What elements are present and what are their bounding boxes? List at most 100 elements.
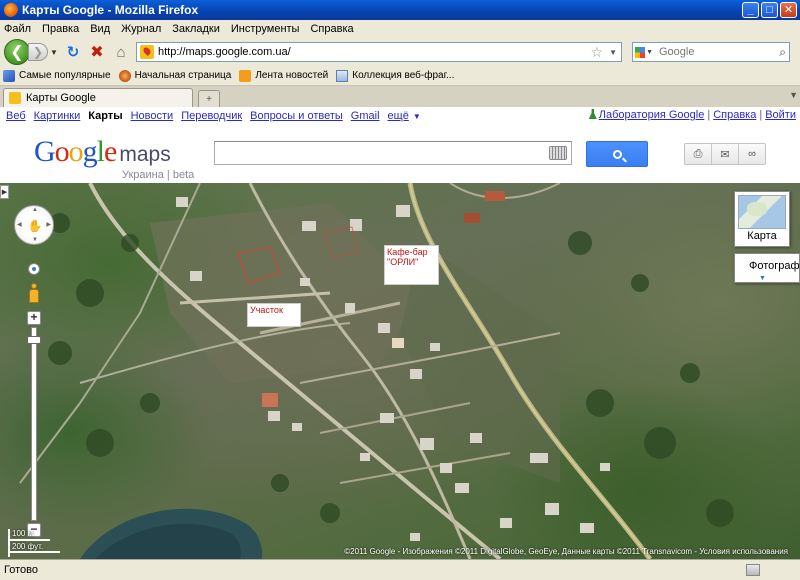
gbar-labs[interactable]: Лаборатория Google — [599, 109, 705, 121]
email-icon[interactable]: ✉ — [712, 144, 739, 164]
gbar-maps[interactable]: Карты — [88, 110, 122, 122]
address-bar[interactable]: http://maps.google.com.ua/ ☆ ▼ — [136, 42, 622, 62]
menu-bookmarks[interactable]: Закладки — [172, 23, 220, 35]
menu-history[interactable]: Журнал — [121, 23, 161, 35]
url-dropdown-icon[interactable]: ▼ — [609, 48, 617, 57]
logo-letter: G — [34, 135, 56, 168]
gbar-translate[interactable]: Переводчик — [181, 110, 242, 122]
menu-edit[interactable]: Правка — [42, 23, 79, 35]
print-icon[interactable]: ⎙ — [685, 144, 712, 164]
logo-letter: o — [68, 135, 84, 168]
rotate-icon[interactable] — [28, 263, 40, 275]
more-dropdown-icon[interactable]: ▼ — [413, 112, 421, 121]
pegman-icon[interactable] — [27, 283, 41, 303]
zoom-in-button[interactable]: + — [27, 311, 41, 325]
zoom-slider-track[interactable] — [31, 327, 37, 521]
logo-letter: e — [104, 135, 117, 168]
gbar-gmail[interactable]: Gmail — [351, 110, 380, 122]
web-content: Веб Картинки Карты Новости Переводчик Во… — [0, 107, 800, 559]
firefox-icon — [4, 3, 18, 17]
tab-google-maps[interactable]: Карты Google — [3, 88, 193, 107]
collapse-panel-icon[interactable]: ▶ — [0, 185, 9, 199]
logo-letter: l — [96, 135, 105, 168]
pan-up-icon[interactable]: ▲ — [32, 207, 38, 213]
gbar-news[interactable]: Новости — [131, 110, 174, 122]
gbar-right: Лаборатория Google | Справка | Войти — [588, 109, 796, 121]
status-bar: Готово — [0, 559, 800, 580]
search-input[interactable] — [659, 46, 780, 58]
link-icon[interactable]: ∞ — [739, 144, 765, 164]
gbar-help[interactable]: Справка — [713, 109, 756, 121]
scale-metric: 100 м — [12, 529, 34, 538]
menu-view[interactable]: Вид — [90, 23, 110, 35]
zoom-slider-handle[interactable] — [27, 336, 41, 344]
minimize-button[interactable]: _ — [742, 2, 759, 18]
forward-button[interactable]: ❯ — [28, 43, 48, 61]
gbar-signin[interactable]: Войти — [765, 109, 796, 121]
satellite-map[interactable]: ▶ ▲ ▼ ◀ ▶ ✋ + − Участок Кафе-бар "ОРЛИ" … — [0, 183, 800, 559]
address-url[interactable]: http://maps.google.com.ua/ — [158, 46, 591, 58]
pan-left-icon[interactable]: ◀ — [17, 221, 22, 228]
map-copyright[interactable]: ©2011 Google - Изображения ©2011 Digital… — [344, 547, 788, 556]
status-addon-icon[interactable] — [746, 564, 760, 576]
gbar-answers[interactable]: Вопросы и ответы — [250, 110, 343, 122]
bookmark-most-visited[interactable]: Самые популярные — [3, 69, 111, 82]
gbar-images[interactable]: Картинки — [34, 110, 81, 122]
back-button[interactable]: ❮ — [4, 39, 30, 65]
tab-list-dropdown-icon[interactable]: ▼ — [789, 90, 798, 100]
map-type-label: Карта — [747, 230, 777, 242]
bookmark-web-slices[interactable]: Коллекция веб-фраг... — [336, 69, 455, 82]
close-button[interactable]: ✕ — [780, 2, 797, 18]
map-label-plot[interactable]: Участок — [247, 303, 301, 327]
map-label-text: Участок — [250, 305, 283, 315]
pan-right-icon[interactable]: ▶ — [46, 221, 51, 228]
bookmark-start-page[interactable]: Начальная страница — [118, 69, 232, 82]
map-label-text: "ОРЛИ" — [387, 257, 419, 267]
site-favicon-icon — [140, 45, 154, 59]
window-title: Карты Google - Mozilla Firefox — [22, 3, 199, 17]
bookmark-star-icon[interactable]: ☆ — [591, 44, 604, 61]
rss-icon — [239, 69, 252, 82]
menu-tools[interactable]: Инструменты — [231, 23, 300, 35]
search-icon[interactable]: ⌕ — [779, 45, 786, 60]
menu-help[interactable]: Справка — [310, 23, 353, 35]
maximize-button[interactable]: □ — [761, 2, 778, 18]
stop-icon[interactable]: ✖ — [86, 41, 108, 63]
bookmark-label: Начальная страница — [134, 70, 232, 81]
hand-icon: ✋ — [27, 219, 43, 233]
history-dropdown-icon[interactable]: ▼ — [48, 43, 60, 61]
search-bar: ▼ ⌕ — [632, 42, 790, 62]
map-type-map-button[interactable]: Карта — [734, 191, 790, 247]
map-type-label: Фотографии — [749, 260, 800, 272]
map-label-cafe[interactable]: Кафе-бар "ОРЛИ" — [384, 245, 439, 285]
title-bar: Карты Google - Mozilla Firefox _ □ ✕ — [0, 0, 800, 20]
keyboard-icon[interactable] — [549, 146, 567, 160]
new-tab-button[interactable]: + — [198, 90, 220, 107]
popular-icon — [3, 69, 15, 82]
home-icon[interactable]: ⌂ — [110, 41, 132, 63]
logo-letter: g — [82, 135, 98, 168]
pan-down-icon[interactable]: ▼ — [32, 237, 38, 243]
navigation-toolbar: ❮ ❯ ▼ ↻ ✖ ⌂ http://maps.google.com.ua/ ☆… — [0, 38, 800, 66]
pan-control[interactable]: ▲ ▼ ◀ ▶ ✋ — [14, 205, 54, 245]
reload-icon[interactable]: ↻ — [62, 41, 84, 63]
scale-imperial: 200 фут. — [12, 542, 44, 551]
map-type-satellite-button[interactable]: Фотографии ▼ — [734, 253, 800, 283]
google-maps-logo[interactable]: Google maps Украина | beta — [34, 135, 194, 181]
search-engine-icon[interactable]: ▼ — [635, 45, 653, 59]
status-text: Готово — [4, 564, 38, 576]
tab-title: Карты Google — [26, 92, 96, 104]
maps-search-button[interactable] — [586, 141, 648, 167]
gbar-web[interactable]: Веб — [6, 110, 26, 122]
gbar-more[interactable]: ещё — [388, 110, 409, 122]
maps-favicon-icon — [9, 92, 21, 104]
menu-file[interactable]: Файл — [4, 23, 31, 35]
maps-search-input[interactable] — [214, 141, 572, 165]
bookmarks-toolbar: Самые популярные Начальная страница Лент… — [0, 66, 800, 86]
bookmark-label: Коллекция веб-фраг... — [352, 70, 455, 81]
map-thumbnail — [738, 195, 786, 229]
scale-bar: 100 м 200 фут. — [8, 529, 98, 557]
bookmark-news-feed[interactable]: Лента новостей — [239, 69, 329, 82]
bookmark-label: Лента новостей — [255, 70, 329, 81]
logo-letter: o — [54, 135, 70, 168]
